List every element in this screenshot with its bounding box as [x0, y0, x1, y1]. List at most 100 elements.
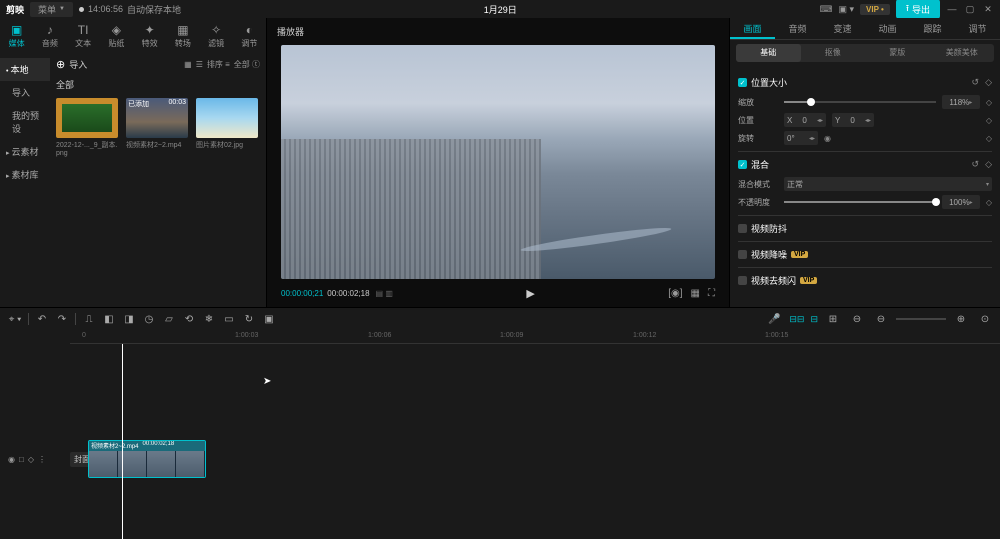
prop-tab-0[interactable]: 画面 [730, 18, 775, 39]
sort-dropdown[interactable]: 排序 ≡ [207, 59, 230, 70]
reverse-icon[interactable]: ⟲ [180, 311, 198, 327]
stabilize-checkbox[interactable]: ✓ [738, 224, 747, 233]
timeline-tracks[interactable]: ➤ ◉ □ ◇ ⋮ 封面 视频素材2~2.mp400:00:02;18 [0, 344, 1000, 539]
media-item[interactable]: 2022-12-..._9_副本.png [56, 98, 118, 157]
track-hide-icon[interactable]: □ [19, 455, 24, 464]
sidebar-item-presets[interactable]: 我的预设 [0, 104, 50, 140]
main-menu-button[interactable]: 菜单▼ [30, 2, 73, 17]
position-x-input[interactable]: X0◂▸ [784, 113, 826, 127]
ratio-icon[interactable]: [◉] [668, 288, 682, 299]
pointer-tool-icon[interactable]: ⌖ ▾ [6, 311, 24, 327]
top-tab-4[interactable]: ✦特效 [133, 18, 166, 54]
top-tab-7[interactable]: ◐调节 [233, 18, 266, 54]
mic-icon[interactable]: 🎤 [765, 311, 783, 327]
prop-subtab-2[interactable]: 蒙版 [865, 44, 930, 62]
export-button[interactable]: ⭱ 导出 [896, 0, 940, 19]
keyframe-icon[interactable]: ◇ [986, 198, 992, 207]
top-tab-3[interactable]: ◈贴纸 [100, 18, 133, 54]
close-icon[interactable]: ✕ [982, 4, 994, 15]
vip-badge[interactable]: VIP • [860, 4, 890, 15]
keyframe-icon[interactable]: ◇ [985, 77, 992, 88]
preview-options-icon[interactable]: ▤ ▥ [376, 289, 393, 298]
scale-value[interactable]: 118% ▸ [942, 95, 980, 109]
track-mute-icon[interactable]: ◇ [28, 455, 34, 464]
minimize-icon[interactable]: — [946, 4, 958, 14]
prop-subtab-3[interactable]: 美颜美体 [930, 44, 995, 62]
zoom-in-icon[interactable]: ⊕ [952, 311, 970, 327]
play-button[interactable]: ▶ [393, 287, 668, 300]
link-icon[interactable]: ⊖ [848, 311, 866, 327]
view-list-icon[interactable]: ☰ [196, 60, 203, 69]
sidebar-item-import[interactable]: 导入 [0, 81, 50, 104]
snap-track-icon[interactable]: ⊟ [810, 314, 818, 325]
rotation-input[interactable]: 0°◂▸ [784, 131, 818, 145]
top-tab-5[interactable]: ▦转场 [166, 18, 199, 54]
sidebar-item-cloud[interactable]: ▸云素材 [0, 140, 50, 163]
filter-dropdown[interactable]: 全部 ⓣ [234, 59, 260, 70]
top-tab-1[interactable]: ♪音频 [33, 18, 66, 54]
delete-left-icon[interactable]: ◧ [100, 311, 118, 327]
top-tab-0[interactable]: ▣媒体 [0, 18, 33, 54]
track-lock-icon[interactable]: ◉ [8, 455, 15, 464]
preview-viewport[interactable] [281, 45, 715, 279]
keyframe-icon[interactable]: ◇ [986, 116, 992, 125]
deflicker-checkbox[interactable]: ✓ [738, 276, 747, 285]
rotate-icon[interactable]: ↻ [240, 311, 258, 327]
zoom-fit-icon[interactable]: ⊙ [976, 311, 994, 327]
track-header[interactable]: ◉ □ ◇ ⋮ [0, 455, 70, 464]
track-more-icon[interactable]: ⋮ [38, 455, 46, 464]
view-grid-icon[interactable]: ▦ [184, 60, 192, 69]
reset-icon[interactable]: ↺ [972, 159, 980, 170]
prop-tab-3[interactable]: 动画 [865, 18, 910, 39]
rotate-dial-icon[interactable]: ◉ [824, 134, 831, 143]
mirror-icon[interactable]: ▭ [220, 311, 238, 327]
prop-tab-2[interactable]: 变速 [820, 18, 865, 39]
zoom-slider[interactable] [896, 318, 946, 320]
keyframe-icon[interactable]: ◇ [986, 134, 992, 143]
sidebar-item-local[interactable]: •本地 [0, 58, 50, 81]
freeze-icon[interactable]: ❄ [200, 311, 218, 327]
crop-icon[interactable]: ▱ [160, 311, 178, 327]
prop-tab-4[interactable]: 跟踪 [910, 18, 955, 39]
reset-icon[interactable]: ↺ [972, 77, 980, 88]
maximize-icon[interactable]: ▢ [964, 4, 976, 15]
sidebar-item-library[interactable]: ▸素材库 [0, 163, 50, 186]
shortcuts-icon[interactable]: ⌨ [820, 4, 833, 15]
redo-button[interactable]: ↷ [53, 311, 71, 327]
pos-size-checkbox[interactable]: ✓ [738, 78, 747, 87]
keyframe-icon[interactable]: ◇ [986, 98, 992, 107]
prop-tab-5[interactable]: 调节 [955, 18, 1000, 39]
layout-icon[interactable]: ▣ ▾ [839, 4, 855, 15]
ruler-mark: 1:00:12 [633, 332, 656, 339]
prop-subtab-1[interactable]: 抠像 [801, 44, 866, 62]
top-tab-2[interactable]: TI文本 [67, 18, 100, 54]
prop-subtab-0[interactable]: 基础 [736, 44, 801, 62]
undo-button[interactable]: ↶ [33, 311, 51, 327]
denoise-checkbox[interactable]: ✓ [738, 250, 747, 259]
media-item[interactable]: 已添加00:03 视频素材2~2.mp4 [126, 98, 188, 157]
scale-slider[interactable] [784, 101, 936, 103]
snap-main-icon[interactable]: ⊟⊟ [789, 314, 804, 325]
fullscreen-icon[interactable]: ⛶ [708, 288, 715, 299]
opacity-slider[interactable] [784, 201, 936, 203]
top-tab-6[interactable]: ✧滤镜 [200, 18, 233, 54]
playhead[interactable] [122, 344, 123, 539]
delete-right-icon[interactable]: ◨ [120, 311, 138, 327]
media-filter-all[interactable]: 全部 [56, 78, 260, 91]
video-clip[interactable]: 视频素材2~2.mp400:00:02;18 [88, 440, 206, 478]
opacity-value[interactable]: 100% ▸ [942, 195, 980, 209]
blend-mode-dropdown[interactable]: 正常▾ [784, 177, 992, 191]
zoom-out-icon[interactable]: ⊖ [872, 311, 890, 327]
position-y-input[interactable]: Y0◂▸ [832, 113, 874, 127]
screenshot-icon[interactable]: ▣ [260, 311, 278, 327]
timeline-ruler[interactable]: 01:00:031:00:061:00:091:00:121:00:15 [70, 330, 1000, 344]
keyframe-icon[interactable]: ◇ [985, 159, 992, 170]
prop-tab-1[interactable]: 音频 [775, 18, 820, 39]
media-item[interactable]: 图片素材02.jpg [196, 98, 258, 157]
resolution-icon[interactable]: ▦ [691, 288, 700, 299]
speed-icon[interactable]: ◷ [140, 311, 158, 327]
import-button[interactable]: ⊕导入 [56, 58, 87, 71]
preview-axis-icon[interactable]: ⊞ [824, 311, 842, 327]
blend-checkbox[interactable]: ✓ [738, 160, 747, 169]
split-icon[interactable]: ⎍ [80, 311, 98, 327]
